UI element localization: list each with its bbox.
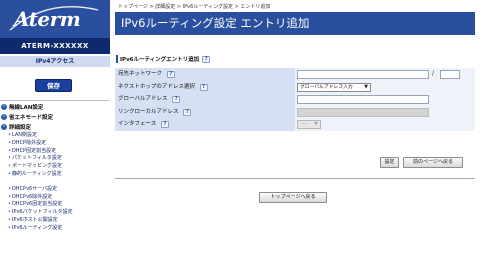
help-icon[interactable]: ? xyxy=(199,83,208,91)
dest-network-label: 宛先ネットワーク xyxy=(118,71,163,77)
sidebar-section-wireless[interactable]: › 無線LAN設定 xyxy=(0,102,110,112)
access-mode: IPv4アクセス xyxy=(0,56,110,67)
save-button[interactable]: 保存 xyxy=(35,79,72,92)
field-label: インタフェース ? xyxy=(115,118,295,131)
circle-arrow-icon: › xyxy=(1,124,7,130)
sidebar-item-port-mapping[interactable]: ポートマッピング設定 xyxy=(0,163,110,171)
chevron-down-icon: ▼ xyxy=(314,121,318,127)
sidebar: Aterm ATERM-XXXXXX IPv4アクセス 保存 › 無線LAN設定… xyxy=(0,0,110,254)
sidebar-section-label: 無線LAN設定 xyxy=(9,105,44,111)
prefix-length-input[interactable] xyxy=(440,70,460,79)
sidebar-section-label: 詳細設定 xyxy=(9,125,32,131)
sidebar-divider xyxy=(0,100,110,101)
sidebar-nav: › 無線LAN設定 › 省エネモード設定 › 詳細設定 LAN側設定 DHCP除… xyxy=(0,102,110,233)
field-label: グローバルアドレス ? xyxy=(115,93,295,106)
top-page-button[interactable]: トップページへ戻る xyxy=(259,192,327,203)
help-icon[interactable]: ? xyxy=(160,121,169,128)
nexthop-selected-value: グローバルアドレス入力 xyxy=(300,84,353,90)
sidebar-item-lan[interactable]: LAN側設定 xyxy=(0,132,110,140)
logo-text: Aterm xyxy=(14,7,81,31)
sidebar-item-dhcpv6-fixed[interactable]: DHCPv6固定割当設定 xyxy=(0,201,110,209)
circle-arrow-icon: › xyxy=(1,104,7,110)
sidebar-section-advanced[interactable]: › 詳細設定 xyxy=(0,122,110,132)
global-address-label: グローバルアドレス xyxy=(118,96,168,102)
logo: Aterm xyxy=(0,0,110,38)
form-row-interface: インタフェース ? ----- ▼ xyxy=(115,118,475,131)
section-title-label: IPv6ルーティングエントリ追加 xyxy=(120,57,200,63)
sidebar-item-ipv6-routing[interactable]: IPv6ルーティング設定 xyxy=(0,225,110,233)
sidebar-section-eco[interactable]: › 省エネモード設定 xyxy=(0,112,110,122)
help-icon[interactable]: ? xyxy=(166,71,175,78)
sidebar-item-dhcp-exclude[interactable]: DHCP除外設定 xyxy=(0,140,110,148)
circle-arrow-icon: › xyxy=(1,114,7,120)
sidebar-item-dhcpv6-server[interactable]: DHCPv6サーバ設定 xyxy=(0,186,110,194)
sidebar-item-ipv6-host[interactable]: IPv6ホスト公開設定 xyxy=(0,217,110,225)
breadcrumb: トップページ > 詳細設定 > IPv6ルーティング設定 > エントリ追加 xyxy=(118,4,271,10)
linklocal-address-input[interactable] xyxy=(297,107,429,117)
field-label: 宛先ネットワーク ? xyxy=(115,68,295,81)
field-label: ネクストホップのアドレス選択 ? xyxy=(115,80,295,93)
field-label: リンクローカルアドレス ? xyxy=(115,105,295,118)
interface-selected-value: ----- xyxy=(300,122,309,127)
interface-label: インタフェース xyxy=(118,121,157,127)
help-icon[interactable]: ? xyxy=(183,108,192,116)
dest-network-input[interactable] xyxy=(297,70,429,79)
linklocal-address-label: リンクローカルアドレス xyxy=(118,108,179,115)
prefix-separator: / xyxy=(432,70,435,77)
form-row-global-address: グローバルアドレス ? xyxy=(115,93,475,106)
sidebar-item-static-routing[interactable]: 静的ルーティング設定 xyxy=(0,171,110,179)
global-address-input[interactable] xyxy=(297,95,429,104)
form-row-nexthop: ネクストホップのアドレス選択 ? グローバルアドレス入力 ▼ xyxy=(115,80,475,93)
model-name: ATERM-XXXXXX xyxy=(0,38,110,54)
divider xyxy=(115,178,475,179)
section-title: IPv6ルーティングエントリ追加 ? xyxy=(116,55,211,63)
help-icon[interactable]: ? xyxy=(172,96,181,103)
set-button[interactable]: 設定 xyxy=(380,157,399,168)
nexthop-label: ネクストホップのアドレス選択 xyxy=(118,83,195,90)
main-content: トップページ > 詳細設定 > IPv6ルーティング設定 > エントリ追加 IP… xyxy=(110,0,500,254)
form-row-linklocal-address: リンクローカルアドレス ? xyxy=(115,105,475,118)
back-button[interactable]: 前のページへ戻る xyxy=(403,157,463,168)
chevron-down-icon: ▼ xyxy=(364,83,368,90)
nexthop-select[interactable]: グローバルアドレス入力 ▼ xyxy=(297,82,371,92)
page-title: IPv6ルーティング設定 エントリ追加 xyxy=(115,12,475,35)
routing-entry-form: 宛先ネットワーク ? / ネクストホップのアドレス選択 ? グローバルアドレス入… xyxy=(115,68,475,131)
interface-select[interactable]: ----- ▼ xyxy=(297,120,321,129)
help-icon[interactable]: ? xyxy=(202,55,211,63)
sidebar-section-label: 省エネモード設定 xyxy=(9,115,54,121)
sidebar-item-ipv6-packet-filter[interactable]: IPv6パケットフィルタ設定 xyxy=(0,209,110,217)
form-row-destination: 宛先ネットワーク ? / xyxy=(115,68,475,81)
